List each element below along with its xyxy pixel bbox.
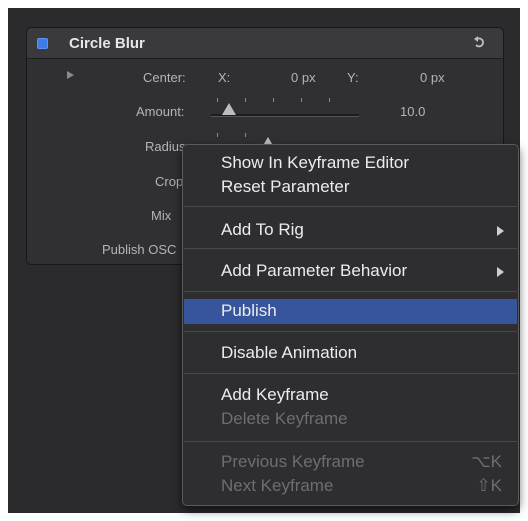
menu-item-show-in-keyframe-editor[interactable]: Show In Keyframe Editor xyxy=(221,153,409,173)
radius-label: Radius xyxy=(145,139,186,154)
previous-keyframe-shortcut: ⌥K xyxy=(471,452,502,471)
submenu-arrow-icon xyxy=(497,267,504,277)
menu-item-add-parameter-behavior[interactable]: Add Parameter Behavior xyxy=(221,261,407,281)
center-label: Center: xyxy=(143,70,186,85)
x-label: X: xyxy=(218,70,231,85)
publish-osc-label: Publish OSC xyxy=(102,242,177,257)
enable-checkbox[interactable] xyxy=(37,38,48,49)
menu-separator xyxy=(184,206,517,207)
filter-title: Circle Blur xyxy=(69,35,145,52)
menu-separator xyxy=(184,248,517,249)
menu-separator xyxy=(184,291,517,292)
menu-item-delete-keyframe: Delete Keyframe xyxy=(221,409,348,428)
menu-item-add-to-rig[interactable]: Add To Rig xyxy=(221,220,304,240)
disclosure-triangle-icon[interactable] xyxy=(67,71,74,79)
menu-item-publish[interactable]: Publish xyxy=(221,301,277,321)
reset-arrow-icon[interactable] xyxy=(473,36,487,50)
mix-label: Mix xyxy=(151,208,172,223)
menu-item-add-keyframe[interactable]: Add Keyframe xyxy=(221,385,329,405)
next-keyframe-shortcut: ⇧K xyxy=(476,476,502,495)
menu-item-disable-animation[interactable]: Disable Animation xyxy=(221,343,357,363)
submenu-arrow-icon xyxy=(497,226,504,236)
amount-value-field[interactable]: 10.0 xyxy=(400,104,425,119)
amount-slider-thumb[interactable] xyxy=(222,103,236,115)
y-label: Y: xyxy=(347,70,359,85)
crop-label: Crop xyxy=(155,174,184,189)
x-value-field[interactable]: 0 px xyxy=(291,70,316,85)
filter-header[interactable]: Circle Blur xyxy=(27,28,503,59)
y-value-field[interactable]: 0 px xyxy=(420,70,445,85)
menu-separator xyxy=(184,331,517,332)
menu-item-next-keyframe: Next Keyframe xyxy=(221,476,334,495)
menu-item-previous-keyframe: Previous Keyframe xyxy=(221,452,365,471)
menu-item-reset-parameter[interactable]: Reset Parameter xyxy=(221,177,350,197)
menu-separator xyxy=(184,441,517,442)
menu-separator xyxy=(184,373,517,374)
amount-label: Amount: xyxy=(136,104,185,119)
context-menu: Show In Keyframe Editor Reset Parameter … xyxy=(182,144,519,506)
